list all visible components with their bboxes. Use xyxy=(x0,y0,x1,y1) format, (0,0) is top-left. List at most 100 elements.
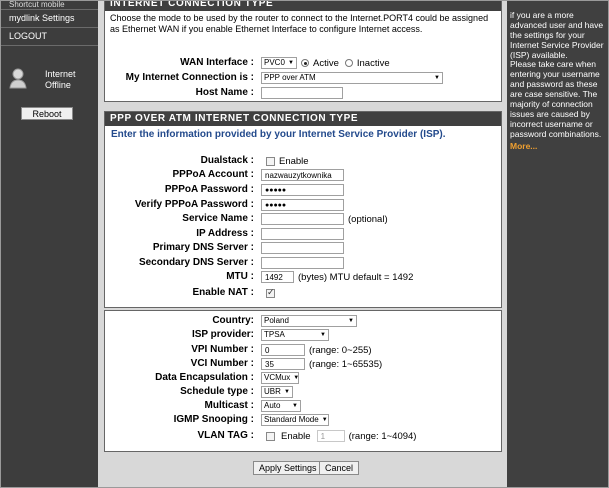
internet-connection-description: Choose the mode to be used by the router… xyxy=(110,13,489,34)
vlan-tag-enable-label: Enable xyxy=(281,430,311,442)
left-navigation: Shortcut mobile mydlink Settings LOGOUT … xyxy=(1,1,98,487)
help-sidebar: if you are a more advanced user and have… xyxy=(507,1,608,487)
ip-address-row: IP Address : xyxy=(105,227,501,241)
country-label: Country: xyxy=(212,315,254,326)
vpi-input[interactable]: 0 xyxy=(261,344,305,356)
pppoa-password-input[interactable]: ●●●●● xyxy=(261,184,344,196)
secondary-dns-input[interactable] xyxy=(261,257,344,269)
primary-dns-input[interactable] xyxy=(261,242,344,254)
multicast-select[interactable]: Auto ▼ xyxy=(261,400,301,412)
igmp-snooping-select[interactable]: Standard Mode ▼ xyxy=(261,414,329,426)
cancel-button[interactable]: Cancel xyxy=(319,461,360,475)
data-encapsulation-select[interactable]: VCMux ▼ xyxy=(261,372,299,384)
inactive-radio[interactable] xyxy=(344,59,353,67)
chevron-down-icon: ▼ xyxy=(292,403,298,409)
host-name-input[interactable] xyxy=(261,87,343,99)
internet-connection-title: INTERNET CONNECTION TYPE xyxy=(105,1,501,11)
help-text-advanced: if you are a more advanced user and have… xyxy=(510,10,604,60)
vlan-tag-row: VLAN TAG : Enable 1 (range: 1~4094) xyxy=(105,429,501,443)
country-row: Country: Poland ▼ xyxy=(105,314,501,328)
schedule-type-label: Schedule type : xyxy=(180,386,254,397)
service-name-label: Service Name : xyxy=(182,213,254,224)
service-name-input[interactable] xyxy=(261,213,344,225)
vpi-label: VPI Number : xyxy=(191,344,254,355)
isp-provider-label: ISP provider: xyxy=(191,329,254,340)
chevron-down-icon: ▼ xyxy=(293,375,300,381)
wan-interface-select[interactable]: PVC0 ▼ xyxy=(261,57,297,69)
ip-address-input[interactable] xyxy=(261,228,344,240)
host-name-label: Host Name : xyxy=(195,87,254,98)
internet-status-icon xyxy=(9,68,27,89)
nav-item-mydlink-settings[interactable]: mydlink Settings xyxy=(1,10,98,28)
vlan-tag-input[interactable]: 1 xyxy=(316,430,345,442)
reboot-button[interactable]: Reboot xyxy=(21,107,73,120)
ppp-over-atm-panel: PPP OVER ATM INTERNET CONNECTION TYPE En… xyxy=(104,111,502,308)
verify-password-label: Verify PPPoA Password : xyxy=(134,199,254,210)
pppoa-account-row: PPPoA Account : nazwauzytkownika xyxy=(105,168,501,182)
help-more-link[interactable]: More... xyxy=(510,141,606,151)
data-encapsulation-label: Data Encapsulation : xyxy=(155,372,254,383)
ip-address-label: IP Address : xyxy=(196,228,254,239)
vci-row: VCI Number : 35 (range: 1~65535) xyxy=(105,357,501,371)
dualstack-label: Dualstack : xyxy=(200,155,254,166)
data-encapsulation-row: Data Encapsulation : VCMux ▼ xyxy=(105,371,501,385)
connection-type-row: My Internet Connection is : PPP over ATM… xyxy=(105,71,501,85)
enable-nat-row: Enable NAT : xyxy=(105,286,501,300)
primary-dns-label: Primary DNS Server : xyxy=(152,242,254,253)
atm-settings-panel: Country: Poland ▼ ISP provider: TPSA ▼ VPI… xyxy=(104,310,502,452)
schedule-type-row: Schedule type : UBR ▼ xyxy=(105,385,501,399)
mtu-default-note: (bytes) MTU default = 1492 xyxy=(298,271,414,283)
internet-status: Internet Offline xyxy=(7,67,95,97)
active-label: Active xyxy=(313,57,339,69)
enable-nat-checkbox[interactable] xyxy=(266,287,275,298)
connection-type-select[interactable]: PPP over ATM ▼ xyxy=(261,72,443,84)
chevron-down-icon: ▼ xyxy=(348,318,354,324)
secondary-dns-row: Secondary DNS Server : xyxy=(105,256,501,270)
ppp-over-atm-title: PPP OVER ATM INTERNET CONNECTION TYPE xyxy=(105,112,501,126)
chevron-down-icon: ▼ xyxy=(288,60,294,66)
chevron-down-icon: ▼ xyxy=(284,389,290,395)
igmp-snooping-row: IGMP Snooping : Standard Mode ▼ xyxy=(105,413,501,427)
dualstack-enable-label: Enable xyxy=(279,155,309,167)
pppoa-account-input[interactable]: nazwauzytkownika xyxy=(261,169,344,181)
vci-input[interactable]: 35 xyxy=(261,358,305,370)
vlan-tag-checkbox[interactable] xyxy=(266,431,275,441)
dualstack-row: Dualstack : Enable xyxy=(105,154,501,168)
internet-connection-panel: INTERNET CONNECTION TYPE Choose the mode… xyxy=(104,1,502,102)
isp-provider-select[interactable]: TPSA ▼ xyxy=(261,329,329,341)
mtu-row: MTU : 1492 (bytes) MTU default = 1492 xyxy=(105,270,501,284)
verify-password-input[interactable]: ●●●●● xyxy=(261,199,344,211)
status-line-offline: Offline xyxy=(45,80,71,90)
chevron-down-icon: ▼ xyxy=(320,332,326,338)
wan-interface-label: WAN Interface : xyxy=(180,57,254,68)
secondary-dns-label: Secondary DNS Server : xyxy=(138,257,254,268)
nav-item-logout[interactable]: LOGOUT xyxy=(1,28,98,46)
router-admin-window: Shortcut mobile mydlink Settings LOGOUT … xyxy=(0,0,609,488)
vpi-range-note: (range: 0~255) xyxy=(309,344,372,356)
chevron-down-icon: ▼ xyxy=(434,75,440,81)
vlan-tag-range-note: (range: 1~4094) xyxy=(348,430,417,442)
pppoa-password-label: PPPoA Password : xyxy=(164,184,254,195)
service-name-optional-note: (optional) xyxy=(348,213,388,225)
dualstack-checkbox[interactable] xyxy=(266,156,275,166)
apply-settings-button[interactable]: Apply Settings xyxy=(253,461,323,475)
schedule-type-select[interactable]: UBR ▼ xyxy=(261,386,293,398)
enable-nat-label: Enable NAT : xyxy=(192,287,254,298)
primary-dns-row: Primary DNS Server : xyxy=(105,241,501,255)
multicast-label: Multicast : xyxy=(204,400,254,411)
host-name-row: Host Name : xyxy=(105,86,501,100)
inactive-label: Inactive xyxy=(356,57,390,69)
isp-provider-row: ISP provider: TPSA ▼ xyxy=(105,328,501,342)
igmp-snooping-label: IGMP Snooping : xyxy=(173,414,254,425)
nav-item-shortcut[interactable]: Shortcut mobile xyxy=(1,1,98,10)
country-select[interactable]: Poland ▼ xyxy=(261,315,357,327)
vpi-row: VPI Number : 0 (range: 0~255) xyxy=(105,343,501,357)
main-content: INTERNET CONNECTION TYPE Choose the mode… xyxy=(98,1,507,487)
status-line-internet: Internet xyxy=(45,69,76,79)
vci-label: VCI Number : xyxy=(190,358,254,369)
mtu-label: MTU : xyxy=(226,271,254,282)
active-radio[interactable] xyxy=(301,59,309,67)
mtu-input[interactable]: 1492 xyxy=(261,271,294,283)
pppoa-password-row: PPPoA Password : ●●●●● xyxy=(105,183,501,197)
wan-interface-row: WAN Interface : PVC0 ▼ Active Inactive xyxy=(105,56,501,70)
